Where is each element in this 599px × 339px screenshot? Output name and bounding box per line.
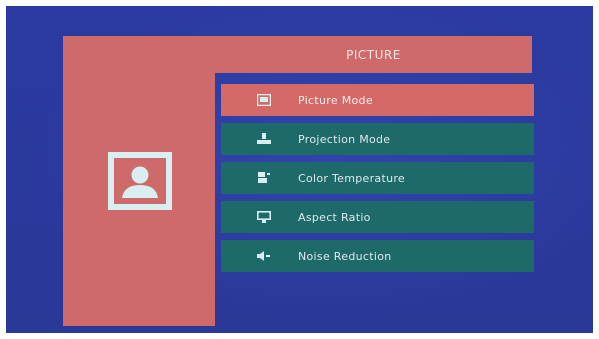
menu-item-label: Color Temperature bbox=[298, 171, 405, 185]
projection-mode-icon bbox=[254, 131, 274, 147]
color-temperature-icon bbox=[254, 170, 274, 186]
menu-item-picture-mode[interactable]: Picture Mode bbox=[221, 84, 534, 116]
noise-reduction-icon bbox=[254, 248, 274, 264]
menu-item-aspect-ratio[interactable]: Aspect Ratio bbox=[221, 201, 534, 233]
menu-item-color-temperature[interactable]: Color Temperature bbox=[221, 162, 534, 194]
picture-mode-icon bbox=[254, 92, 274, 108]
menu-item-label: Aspect Ratio bbox=[298, 210, 371, 224]
page-title: PICTURE bbox=[346, 47, 401, 62]
picture-menu: Picture Mode Projection Mode Color Tempe… bbox=[221, 84, 534, 279]
aspect-ratio-icon bbox=[254, 209, 274, 225]
menu-item-projection-mode[interactable]: Projection Mode bbox=[221, 123, 534, 155]
picture-category-icon bbox=[108, 152, 172, 210]
menu-item-label: Picture Mode bbox=[298, 93, 373, 107]
menu-item-noise-reduction[interactable]: Noise Reduction bbox=[221, 240, 534, 272]
menu-item-label: Projection Mode bbox=[298, 132, 391, 146]
menu-item-label: Noise Reduction bbox=[298, 249, 392, 263]
tv-screen: PICTURE Picture Mode Projection Mode Col… bbox=[6, 6, 593, 333]
